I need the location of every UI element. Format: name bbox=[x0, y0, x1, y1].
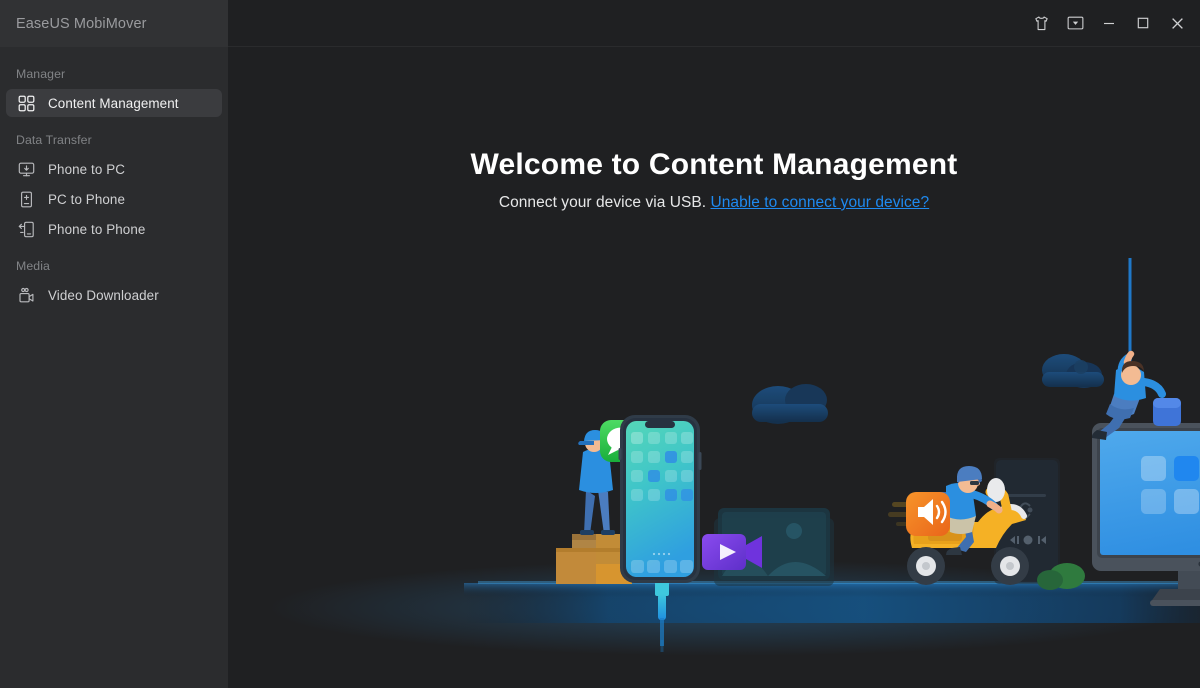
sidebar-group-label-media: Media bbox=[16, 259, 50, 273]
page-title: Welcome to Content Management bbox=[470, 148, 958, 181]
close-icon[interactable] bbox=[1160, 7, 1194, 39]
unable-to-connect-link[interactable]: Unable to connect your device? bbox=[711, 194, 930, 211]
desktop-monitor bbox=[1092, 423, 1200, 606]
background-clouds bbox=[752, 354, 1104, 424]
sidebar-item-label: Content Management bbox=[48, 95, 179, 111]
monitor-download-icon bbox=[16, 159, 36, 179]
blue-cube bbox=[1153, 398, 1181, 426]
title-bar bbox=[228, 0, 1200, 47]
sidebar-item-label: Phone to PC bbox=[48, 161, 126, 177]
smartphone bbox=[618, 415, 702, 583]
sidebar-group-label-data-transfer: Data Transfer bbox=[16, 133, 92, 147]
welcome-block: Welcome to Content Management Connect yo… bbox=[228, 148, 1200, 212]
speaker-app-icon bbox=[906, 492, 950, 536]
sidebar-item-video-downloader[interactable]: Video Downloader bbox=[6, 281, 222, 309]
sidebar-item-content-management[interactable]: Content Management bbox=[6, 89, 222, 117]
theme-shirt-icon[interactable] bbox=[1024, 7, 1058, 39]
grid-icon bbox=[16, 93, 36, 113]
menu-dropdown-icon[interactable] bbox=[1058, 7, 1092, 39]
minimize-icon[interactable] bbox=[1092, 7, 1126, 39]
maximize-icon[interactable] bbox=[1126, 7, 1160, 39]
sidebar-group-label-manager: Manager bbox=[16, 67, 66, 81]
app-window: EaseUS MobiMover Manager Content Managem… bbox=[0, 0, 1200, 688]
sidebar-header: EaseUS MobiMover bbox=[0, 0, 228, 47]
hero-illustration bbox=[228, 0, 1200, 688]
monitor-scene bbox=[1074, 258, 1200, 606]
welcome-subtitle: Connect your device via USB. Unable to c… bbox=[228, 194, 1200, 212]
sidebar-item-phone-to-phone[interactable]: Phone to Phone bbox=[6, 215, 222, 243]
app-title: EaseUS MobiMover bbox=[16, 15, 147, 32]
sidebar-item-label: Video Downloader bbox=[48, 287, 159, 303]
sidebar-item-phone-to-pc[interactable]: Phone to PC bbox=[6, 155, 222, 183]
sidebar-item-label: PC to Phone bbox=[48, 191, 126, 207]
main-content: Welcome to Content Management Connect yo… bbox=[228, 0, 1200, 688]
phone-transfer-icon bbox=[16, 219, 36, 239]
sidebar-item-label: Phone to Phone bbox=[48, 221, 146, 237]
phone-plus-icon bbox=[16, 189, 36, 209]
sidebar-item-pc-to-phone[interactable]: PC to Phone bbox=[6, 185, 222, 213]
sidebar-nav: Manager Content Management Data Transfer bbox=[0, 47, 228, 309]
sidebar: EaseUS MobiMover Manager Content Managem… bbox=[0, 0, 228, 688]
welcome-instruction-text: Connect your device via USB. bbox=[498, 194, 707, 211]
video-camera-icon bbox=[16, 285, 36, 305]
